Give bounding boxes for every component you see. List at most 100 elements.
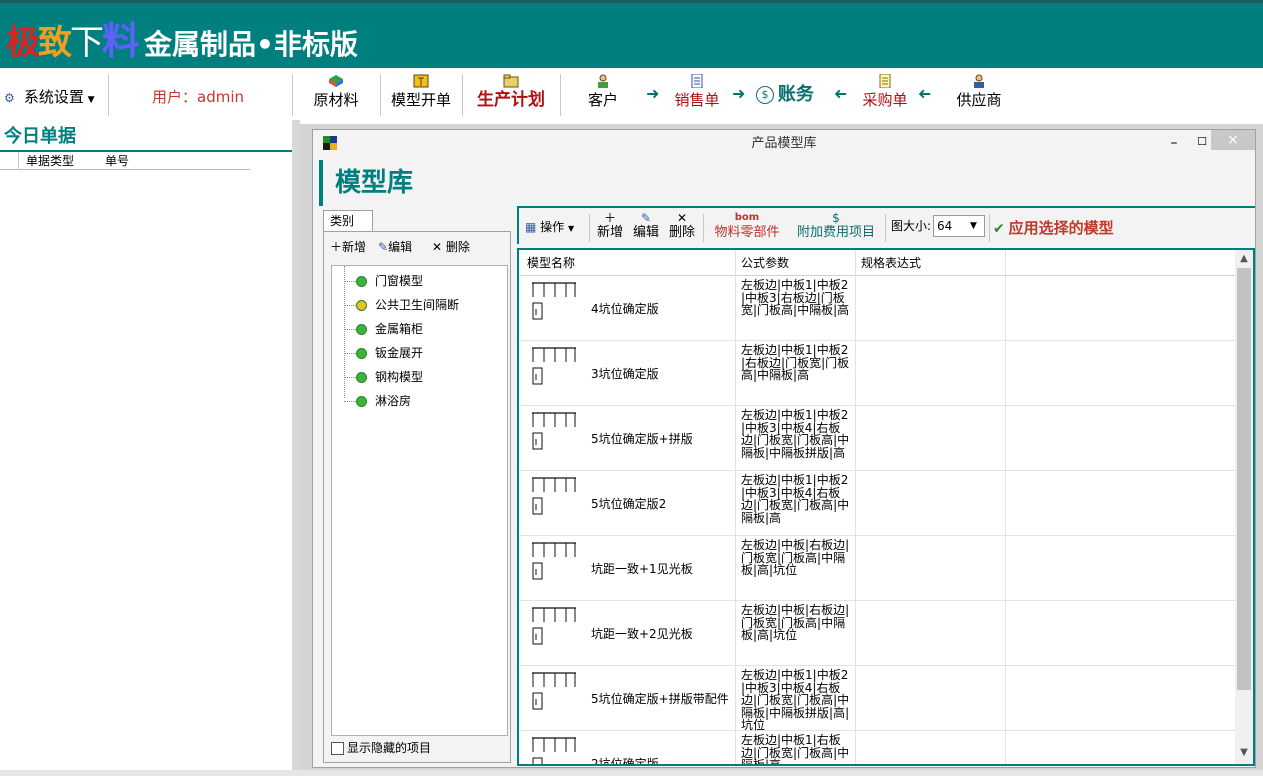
formula-params: 左板边|中板1|中板2|中板3|中板4|右板边|门板宽|门板高|中隔板|中隔板拼…	[741, 408, 850, 460]
model-name: 坑距一致+2见光板	[591, 627, 693, 641]
table-row[interactable]: 5坑位确定版+拼版带配件 左板边|中板1|中板2|中板3|中板4|右板边|门板宽|…	[519, 666, 1235, 731]
col-formula-params[interactable]: 公式参数	[741, 256, 789, 270]
model-thumbnail	[531, 606, 577, 648]
scrollbar-thumb[interactable]	[1237, 268, 1251, 690]
col-doc-number[interactable]: 单号	[105, 154, 129, 168]
window-titlebar[interactable]: 产品模型库 – ☐ ×	[313, 130, 1255, 156]
category-add-button[interactable]: ＋新增	[330, 240, 366, 254]
parts-label: 物料零部件	[714, 225, 780, 240]
model-delete-button[interactable]: ✕ 删除	[667, 208, 697, 241]
status-dot-icon	[356, 348, 367, 359]
dollar-coin-icon: $	[832, 211, 840, 225]
tree-item[interactable]: 淋浴房	[332, 390, 502, 414]
checkbox-box[interactable]	[331, 742, 344, 755]
raw-material-button[interactable]: 原材料	[306, 68, 366, 120]
model-thumbnail	[531, 736, 577, 764]
size-value: 64	[937, 219, 953, 233]
purchase-order-button[interactable]: 采购单	[856, 68, 914, 120]
arrow-right-icon: ➜	[646, 84, 660, 103]
library-header: 模型库	[319, 160, 1253, 206]
model-diagram-icon	[532, 672, 576, 710]
vertical-scrollbar[interactable]: ▲ ▼	[1235, 250, 1253, 764]
sales-order-icon	[689, 73, 705, 89]
scroll-up-arrow[interactable]: ▲	[1235, 252, 1253, 266]
tree-item[interactable]: 金属箱柜	[332, 318, 502, 342]
tree-item[interactable]: 门窗模型	[332, 270, 502, 294]
tree-connector	[344, 305, 356, 306]
tree-item[interactable]: 公共卫生间隔断	[332, 294, 502, 318]
tree-item-label: 公共卫生间隔断	[375, 298, 460, 312]
chevron-down-icon: ▼	[970, 221, 977, 231]
model-order-button[interactable]: 模型开单	[386, 68, 456, 120]
toolbar-separator	[108, 74, 109, 116]
toolbar-separator	[292, 74, 293, 116]
dollar-coin-icon: $	[756, 86, 774, 104]
checkmark-icon: ✔	[993, 221, 1005, 237]
model-add-button[interactable]: ＋ 新增	[595, 208, 625, 241]
tab-category[interactable]: 类别	[323, 210, 373, 232]
toolbar-separator	[885, 214, 886, 242]
plus-icon: ＋	[603, 211, 616, 225]
logo-char-4: 料	[102, 18, 140, 63]
system-settings-label: 系统设置	[23, 88, 84, 106]
table-row[interactable]: 坑距一致+2见光板 左板边|中板|右板边|门板宽|门板高|中隔板|高|坑位	[519, 601, 1235, 666]
accounts-button[interactable]: $ 账务	[756, 84, 814, 106]
table-row[interactable]: 2坑位确定版 左板边|中板1|右板边|门板宽|门板高|中隔板|高	[519, 731, 1235, 766]
category-delete-button[interactable]: ✕ 删除	[432, 240, 470, 254]
category-panel: 类别 ＋新增 ✎编辑 ✕ 删除 门窗模型公共卫生间隔断金属箱柜钣金展开钢构模型淋…	[323, 210, 511, 763]
model-name: 坑距一致+1见光板	[591, 562, 693, 576]
minimize-button[interactable]: –	[1163, 132, 1185, 154]
sales-order-button[interactable]: 销售单	[668, 68, 726, 120]
arrow-right-icon: ➜	[732, 84, 746, 103]
extra-fees-button[interactable]: $ 附加费用项目	[793, 208, 879, 241]
maximize-button[interactable]: ☐	[1191, 132, 1213, 154]
delete-x-icon: ✕	[432, 240, 443, 254]
tree-item-label: 淋浴房	[375, 394, 412, 408]
model-diagram-icon	[532, 347, 576, 385]
size-select[interactable]: 64 ▼	[933, 215, 985, 237]
formula-params: 左板边|中板1|右板边|门板宽|门板高|中隔板|高	[741, 733, 850, 766]
model-add-label: 新增	[596, 225, 623, 240]
status-dot-icon	[356, 300, 367, 311]
splitter[interactable]	[292, 120, 300, 776]
apply-model-button[interactable]: ✔ 应用选择的模型	[993, 217, 1114, 238]
customer-button[interactable]: 客户	[580, 68, 626, 120]
accounts-label: 账务	[777, 84, 814, 105]
col-doc-type[interactable]: 单据类型	[26, 154, 74, 168]
model-edit-button[interactable]: ✎ 编辑	[631, 208, 661, 241]
model-diagram-icon	[532, 282, 576, 320]
column-divider	[18, 152, 19, 170]
category-box: ＋新增 ✎编辑 ✕ 删除 门窗模型 公共卫生间隔断 金属箱柜 钣金展开 钢构模型 淋浴房 …	[323, 231, 511, 763]
category-edit-button[interactable]: ✎编辑	[378, 240, 412, 254]
formula-params: 左板边|中板|右板边|门板宽|门板高|中隔板|高|坑位	[741, 538, 850, 577]
parts-button[interactable]: bom 物料零部件	[709, 208, 785, 241]
table-row[interactable]: 3坑位确定版 左板边|中板1|中板2|右板边|门板宽|门板高|中隔板|高	[519, 341, 1235, 406]
model-name: 4坑位确定版	[591, 302, 659, 316]
model-diagram-icon	[532, 607, 576, 645]
scroll-down-arrow[interactable]: ▼	[1235, 746, 1253, 760]
table-row[interactable]: 5坑位确定版2 左板边|中板1|中板2|中板3|中板4|右板边|门板宽|门板高|中…	[519, 471, 1235, 536]
formula-params: 左板边|中板1|中板2|中板3|右板边|门板宽|门板高|中隔板|高	[741, 278, 850, 317]
tree-item[interactable]: 钣金展开	[332, 342, 502, 366]
category-add-label: 新增	[342, 240, 367, 254]
table-row[interactable]: 5坑位确定版+拼版 左板边|中板1|中板2|中板3|中板4|右板边|门板宽|门板高…	[519, 406, 1235, 471]
tree-item[interactable]: 钢构模型	[332, 366, 502, 390]
supplier-button[interactable]: 供应商	[950, 68, 1008, 120]
table-row[interactable]: 4坑位确定版 左板边|中板1|中板2|中板3|右板边|门板宽|门板高|中隔板|高	[519, 276, 1235, 341]
col-model-name[interactable]: 模型名称	[527, 256, 575, 270]
today-title: 今日单据	[4, 126, 76, 147]
system-settings-menu[interactable]: ⚙ 系统设置 ▼	[4, 86, 95, 106]
close-button[interactable]: ×	[1211, 130, 1255, 150]
tree-item-label: 钣金展开	[375, 346, 424, 360]
col-spec-expression[interactable]: 规格表达式	[861, 256, 921, 270]
grid-header: 模型名称 公式参数 规格表达式	[519, 250, 1235, 276]
category-delete-label: 删除	[445, 240, 470, 254]
arrow-left-icon: ➜	[918, 84, 932, 103]
model-name: 3坑位确定版	[591, 367, 659, 381]
table-row[interactable]: 坑距一致+1见光板 左板边|中板|右板边|门板宽|门板高|中隔板|高|坑位	[519, 536, 1235, 601]
logo-char-2: 致	[38, 23, 72, 63]
operate-menu-button[interactable]: ▦ 操作 ▼	[525, 218, 574, 235]
model-grid: 模型名称 公式参数 规格表达式 4坑位确定版 左板边|中板1|中板2|中板3|右板…	[517, 248, 1255, 766]
production-plan-button[interactable]: 生产计划	[470, 68, 552, 120]
toolbar-separator	[703, 214, 704, 242]
